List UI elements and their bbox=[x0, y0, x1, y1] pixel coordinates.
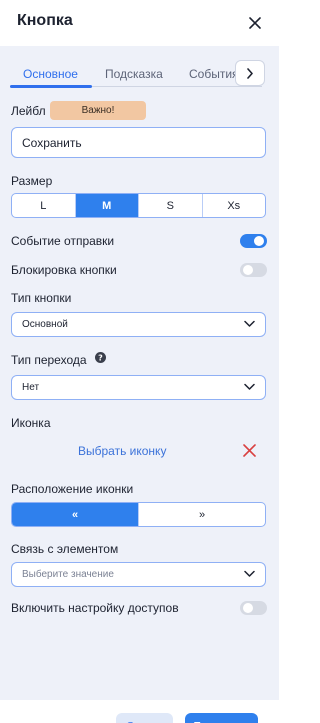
transition-type-value: Нет bbox=[22, 382, 40, 393]
help-icon[interactable]: ? bbox=[95, 352, 106, 363]
size-selector: L M S Xs bbox=[11, 193, 266, 218]
tab-bar: Основное Подсказка События bbox=[10, 59, 268, 89]
tab-active-indicator bbox=[10, 85, 92, 88]
important-badge: Важно! bbox=[50, 101, 146, 120]
tab-main[interactable]: Основное bbox=[23, 67, 78, 81]
block-button-label: Блокировка кнопки bbox=[11, 263, 117, 277]
chevron-right-icon bbox=[247, 67, 253, 79]
svg-text:?: ? bbox=[98, 354, 103, 363]
panel-header: Кнопка bbox=[0, 0, 279, 46]
transition-type-select[interactable]: Нет bbox=[11, 375, 266, 400]
element-link-label: Связь с элементом bbox=[11, 542, 119, 556]
tabs-scroll-right-button[interactable] bbox=[235, 60, 265, 86]
tab-events[interactable]: События bbox=[189, 67, 239, 81]
size-option-m[interactable]: M bbox=[75, 194, 139, 217]
icon-position-left[interactable]: « bbox=[12, 503, 139, 526]
size-option-s[interactable]: S bbox=[139, 194, 203, 217]
chevron-down-icon bbox=[244, 383, 255, 390]
chevron-down-icon bbox=[244, 570, 255, 577]
element-link-select[interactable]: Выберите значение bbox=[11, 562, 266, 587]
icon-label: Иконка bbox=[11, 416, 51, 430]
button-type-value: Основной bbox=[22, 319, 68, 330]
button-type-label: Тип кнопки bbox=[11, 291, 72, 305]
size-option-xs[interactable]: Xs bbox=[203, 194, 266, 217]
size-label: Размер bbox=[11, 174, 53, 188]
access-label: Включить настройку доступов bbox=[11, 601, 179, 615]
tab-tooltip[interactable]: Подсказка bbox=[105, 67, 163, 81]
label-field-label: Лейбл bbox=[11, 104, 46, 118]
toggle-knob bbox=[243, 603, 253, 613]
cancel-button[interactable]: Отмена bbox=[116, 713, 173, 723]
icon-position-selector: « » bbox=[11, 502, 266, 527]
transition-type-label: Тип перехода bbox=[11, 353, 87, 367]
close-icon[interactable] bbox=[245, 13, 265, 33]
toggle-knob bbox=[254, 236, 264, 246]
clear-icon[interactable] bbox=[242, 443, 257, 458]
chevron-down-icon bbox=[244, 320, 255, 327]
apply-button[interactable]: Применить bbox=[185, 713, 258, 723]
icon-position-label: Расположение иконки bbox=[11, 482, 134, 496]
size-option-l[interactable]: L bbox=[12, 194, 76, 217]
access-toggle[interactable] bbox=[240, 601, 267, 615]
button-type-select[interactable]: Основной bbox=[11, 312, 266, 337]
block-button-toggle[interactable] bbox=[240, 263, 267, 277]
icon-position-right[interactable]: » bbox=[139, 503, 265, 526]
element-link-placeholder: Выберите значение bbox=[22, 569, 114, 580]
submit-event-toggle[interactable] bbox=[240, 234, 267, 248]
choose-icon-button[interactable]: Выбрать иконку bbox=[78, 444, 166, 458]
toggle-knob bbox=[243, 265, 253, 275]
panel-title: Кнопка bbox=[17, 12, 73, 29]
submit-event-label: Событие отправки bbox=[11, 234, 115, 248]
label-input[interactable]: Сохранить bbox=[11, 127, 266, 158]
